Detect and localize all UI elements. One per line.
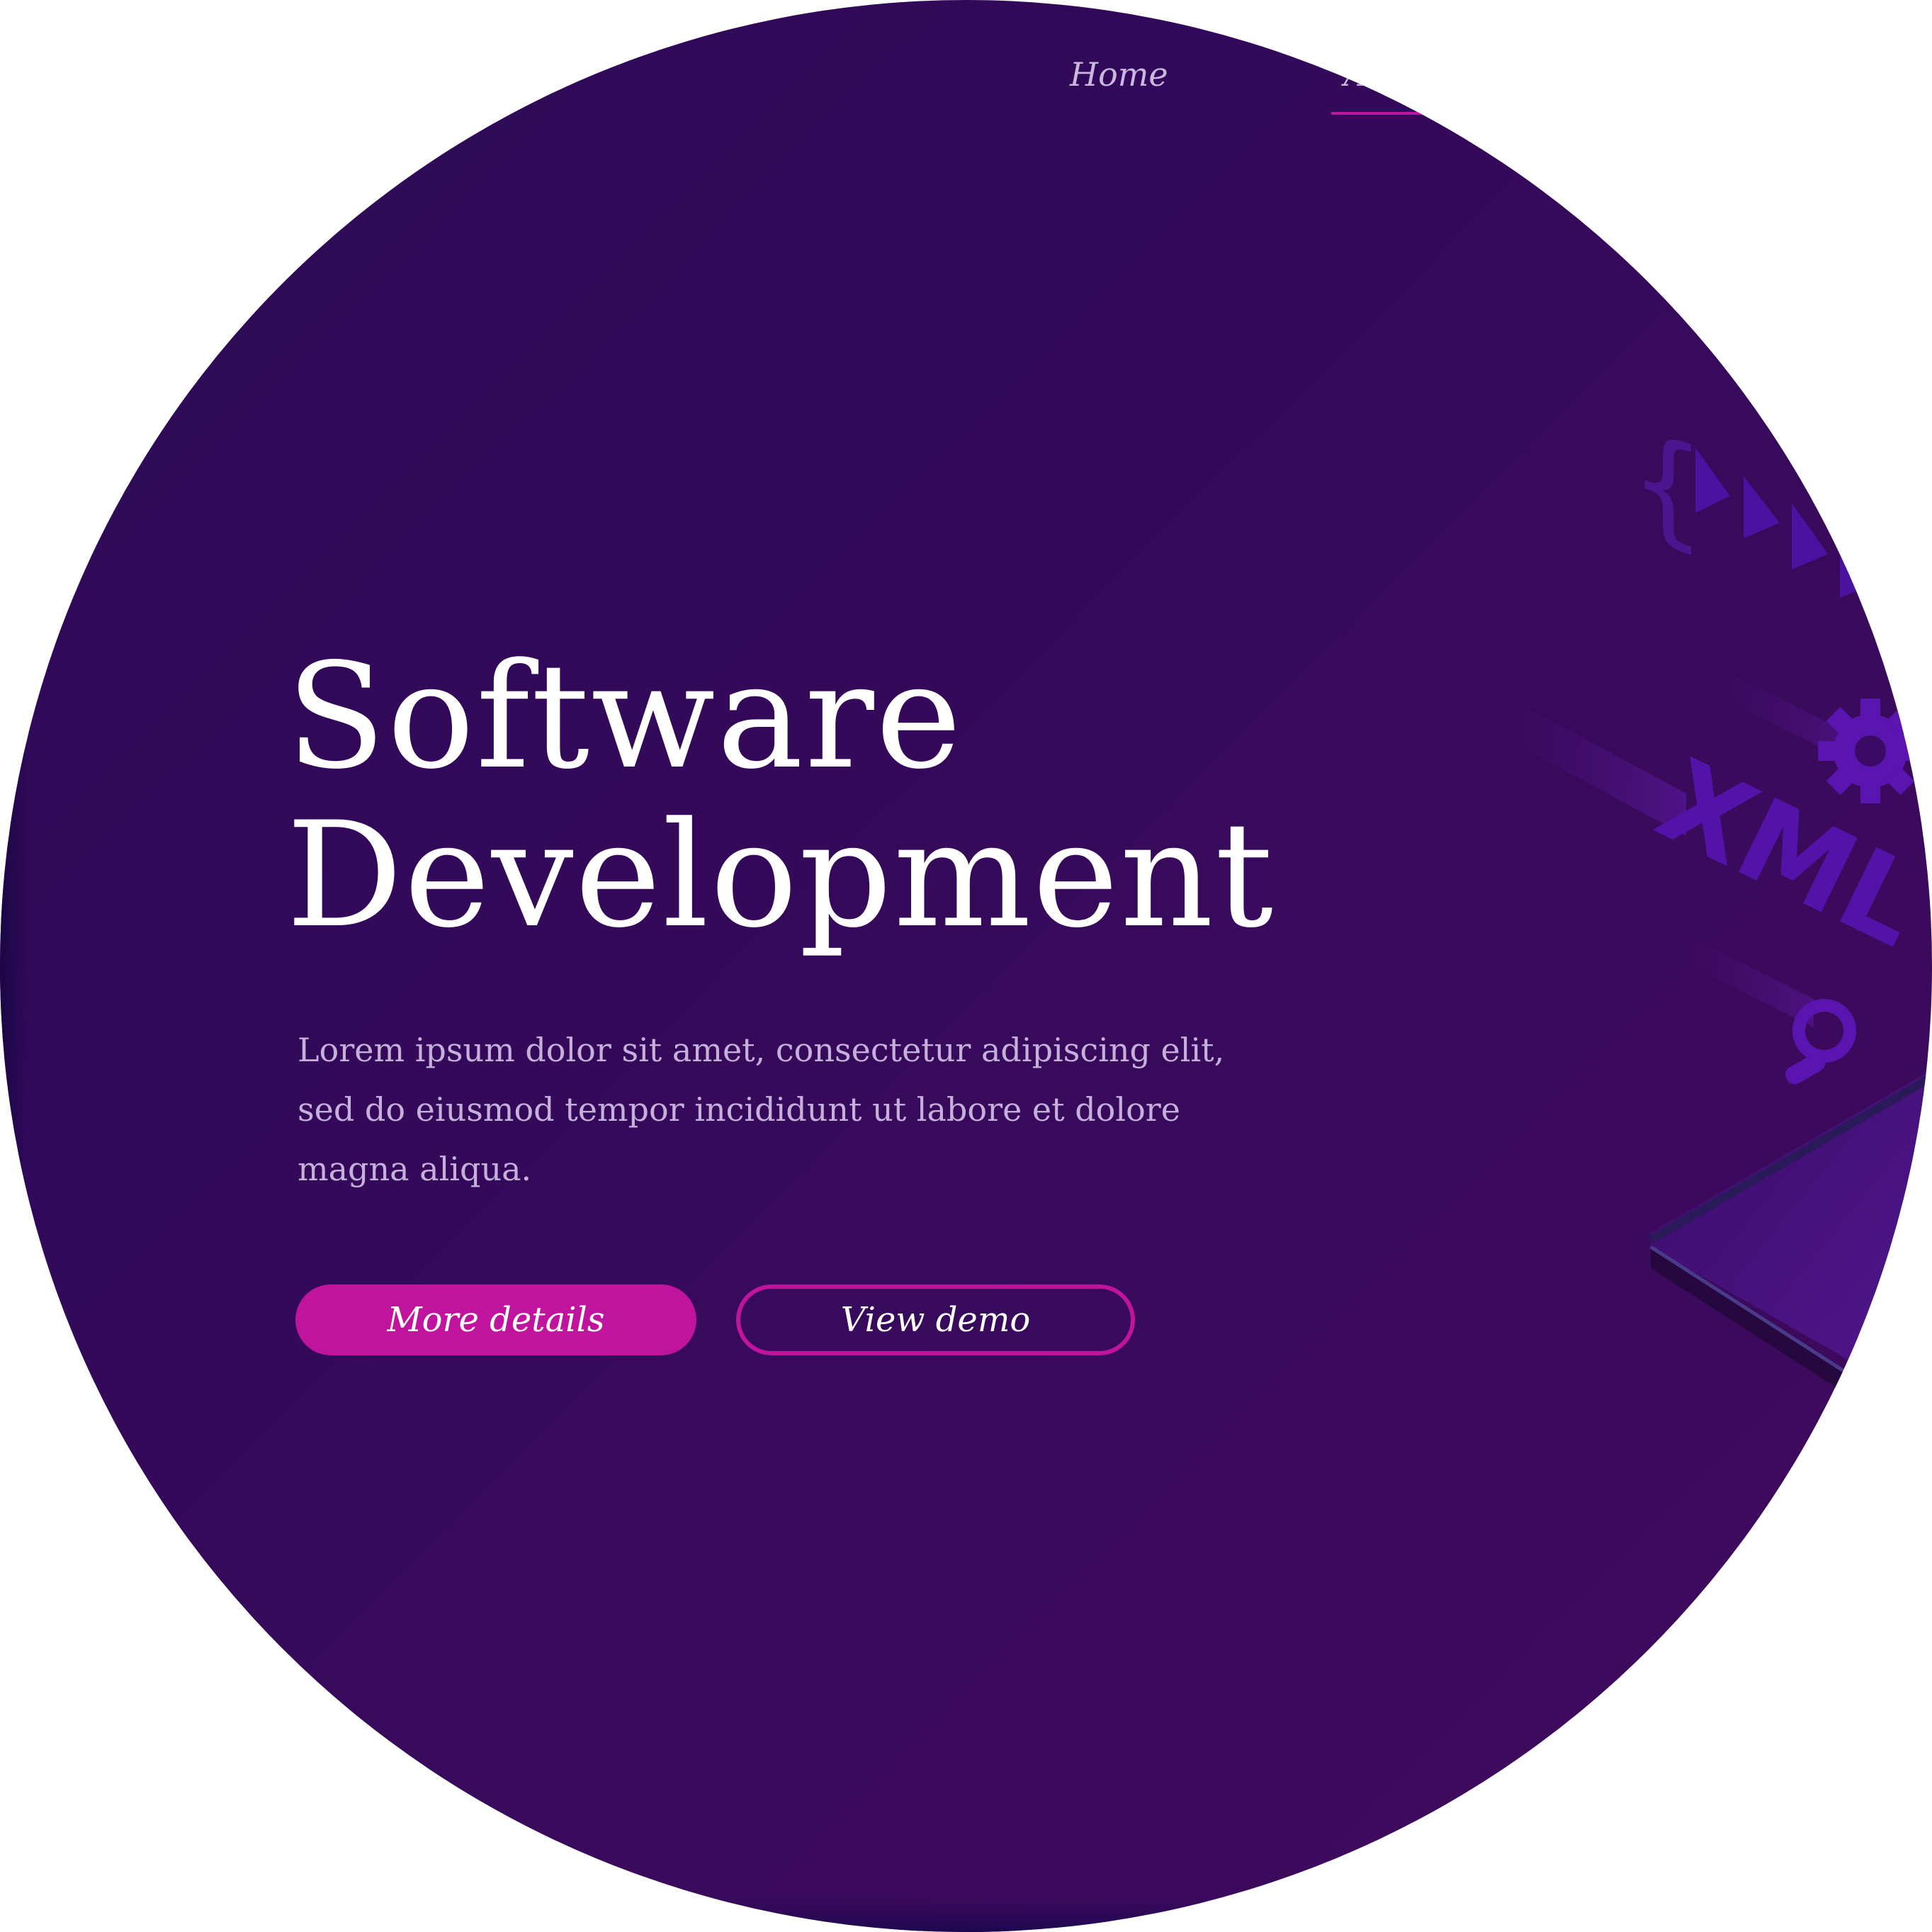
more-details-button[interactable]: More details	[295, 1284, 696, 1355]
nav-item-about[interactable]: About	[1331, 55, 1498, 115]
svg-text:{: {	[1629, 405, 1706, 570]
nav-item-home[interactable]: Home	[1070, 55, 1168, 94]
top-nav: Home About	[1070, 55, 1498, 115]
page-title-line-1: Software	[286, 633, 964, 801]
page-title-line-2: Development	[286, 791, 1275, 960]
code-illustration: { XML	[1502, 405, 1932, 1417]
play-arrow-icon	[1695, 448, 1876, 598]
edge-shade	[0, 1897, 1932, 1932]
stage: Home About Software Development Lorem ip…	[0, 0, 1932, 1932]
view-demo-button[interactable]: View demo	[736, 1284, 1135, 1355]
curly-brace-icon: {	[1629, 405, 1706, 570]
page-title: Software Development	[286, 638, 1275, 955]
search-icon	[1785, 999, 1856, 1085]
edge-shade	[0, 0, 28, 1932]
gear-icon	[1818, 699, 1923, 803]
hero-circle: Home About Software Development Lorem ip…	[0, 0, 1932, 1932]
hero-description: Lorem ipsum dolor sit amet, consectetur …	[298, 1031, 1225, 1188]
